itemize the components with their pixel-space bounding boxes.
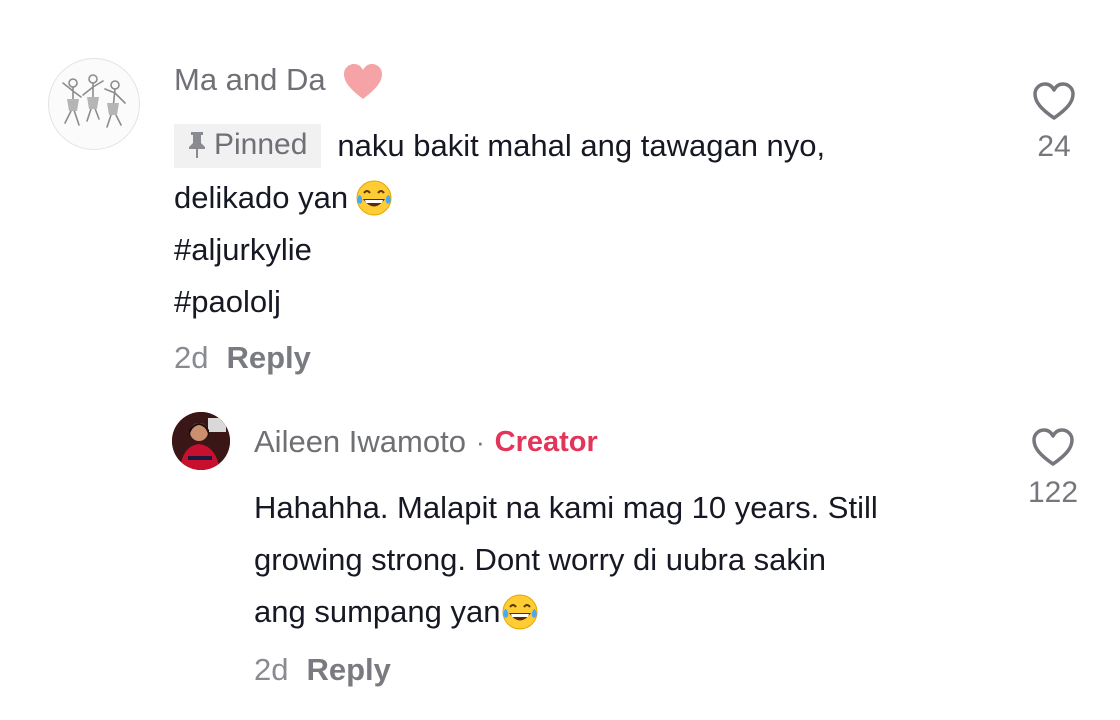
pinned-badge: Pinned [174, 124, 322, 168]
laughing-tears-emoji-icon [356, 180, 392, 216]
avatar[interactable] [172, 412, 230, 470]
like-control[interactable]: 24 [1022, 80, 1086, 164]
comment-line: ang sumpang yan [254, 594, 501, 629]
comment-line: Hahahha. Malapit na kami mag 10 years. S… [254, 490, 878, 525]
comment-item: Ma and Da Pinned naku bakit mahal ang ta… [0, 0, 1120, 400]
comment-text: Pinned naku bakit mahal ang tawagan nyo,… [174, 120, 974, 328]
creator-badge: Creator [494, 425, 598, 458]
comment-meta: 2d Reply [174, 340, 311, 376]
username-text[interactable]: Aileen Iwamoto [254, 424, 466, 460]
comment-username[interactable]: Aileen Iwamoto · Creator [254, 424, 598, 460]
hashtag-link[interactable]: #aljurkylie [174, 224, 312, 276]
like-control[interactable]: 122 [1018, 426, 1088, 510]
comment-text: Hahahha. Malapit na kami mag 10 years. S… [254, 482, 974, 638]
dancing-figures-image [62, 74, 126, 128]
heart-outline-icon[interactable] [1030, 426, 1076, 468]
comment-time: 2d [174, 340, 209, 375]
pin-icon [189, 132, 205, 158]
heart-outline-icon[interactable] [1031, 80, 1077, 122]
hashtag-link[interactable]: #paololj [174, 276, 281, 328]
comment-username[interactable]: Ma and Da [174, 62, 384, 102]
avatar[interactable] [48, 58, 140, 150]
comment-line: delikado yan [174, 180, 349, 215]
separator-dot: · [475, 426, 485, 457]
comment-meta: 2d Reply [254, 652, 391, 688]
pinned-label: Pinned [214, 128, 308, 161]
comment-time: 2d [254, 652, 289, 687]
reply-comment-item: Aileen Iwamoto · Creator Hahahha. Malapi… [0, 400, 1120, 720]
laughing-tears-emoji-icon [502, 594, 538, 630]
like-count: 24 [1037, 130, 1071, 163]
reply-button[interactable]: Reply [306, 652, 390, 688]
reply-button[interactable]: Reply [226, 340, 310, 376]
pink-heart-icon [344, 64, 383, 99]
username-text[interactable]: Ma and Da [174, 62, 326, 97]
like-count: 122 [1027, 476, 1079, 509]
profile-photo-image [172, 412, 230, 470]
comment-line: naku bakit mahal ang tawagan nyo, [337, 128, 826, 163]
comment-line: growing strong. Dont worry di uubra saki… [254, 542, 827, 577]
